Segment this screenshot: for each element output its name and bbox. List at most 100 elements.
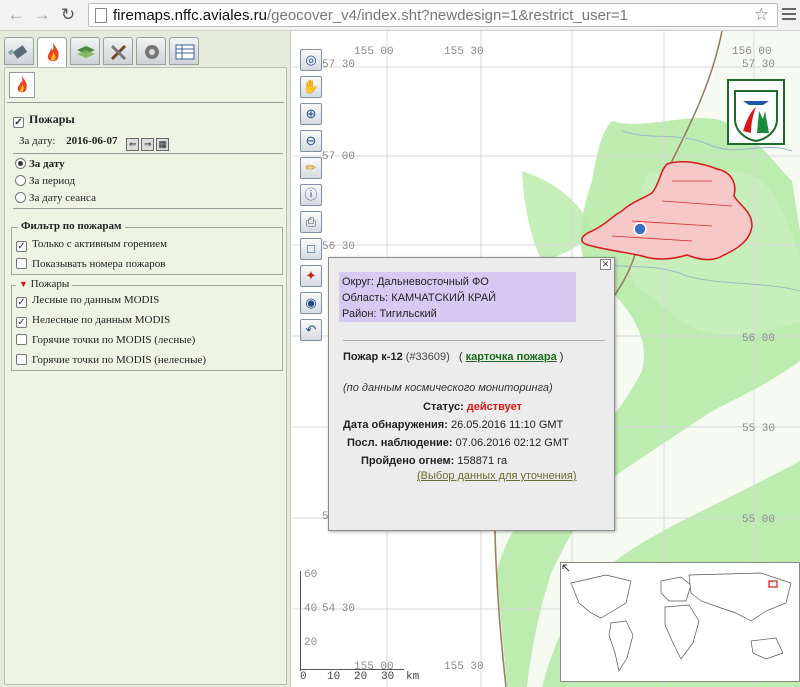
- layer-nonforest-modis[interactable]: ✓ Нелесные по данным MODIS: [16, 314, 170, 328]
- checkbox[interactable]: [16, 354, 27, 365]
- status-label: Статус:: [423, 401, 464, 413]
- radio-button[interactable]: [15, 175, 26, 186]
- detected-label: Дата обнаружения:: [343, 419, 448, 431]
- fire-location-marker[interactable]: [633, 222, 647, 236]
- status-value: действует: [466, 401, 522, 413]
- card-link-open: (: [458, 351, 463, 363]
- pin-icon[interactable]: ✦: [300, 265, 322, 287]
- fires-tab-content: ✓ Пожары За дату: 2016-06-07 ⇐ ⇒ ▦ За дату …: [4, 67, 287, 685]
- tab-layers[interactable]: [70, 37, 100, 65]
- info-icon[interactable]: ⓘ: [300, 184, 322, 206]
- fire-card-link[interactable]: карточка пожара: [466, 351, 557, 363]
- globe-icon[interactable]: ◉: [300, 292, 322, 314]
- scale-tick: 20: [354, 671, 368, 683]
- pan-hand-icon[interactable]: ✋: [300, 76, 322, 98]
- tab-settings[interactable]: [136, 37, 166, 65]
- radio-label: За период: [29, 175, 76, 187]
- filter-show-numbers[interactable]: Показывать номера пожаров: [16, 258, 165, 270]
- tab-tools[interactable]: [103, 37, 133, 65]
- fire-subtab-button[interactable]: [9, 72, 35, 98]
- radio-label: За дату сеанса: [29, 192, 96, 204]
- scale-tick: 30: [381, 671, 395, 683]
- last-observation-value: 07.06.2016 02:12 GMT: [455, 437, 569, 449]
- source-note: (по данным космического мониторинга): [343, 382, 553, 394]
- coord-label: 57 00: [322, 151, 356, 163]
- date-label: За дату:: [19, 135, 56, 147]
- select-area-icon[interactable]: □: [300, 238, 322, 260]
- next-date-button[interactable]: ⇒: [141, 138, 155, 151]
- tab-table[interactable]: [169, 37, 199, 65]
- coord-label: 155 00: [354, 46, 394, 58]
- scale-vertical-label: 20: [304, 637, 318, 649]
- card-link-close: ): [559, 351, 564, 363]
- checkbox-label: Горячие точки по MODIS (нелесные): [32, 354, 207, 366]
- prev-date-button[interactable]: ⇐: [126, 138, 140, 151]
- calendar-button[interactable]: ▦: [156, 138, 170, 151]
- layer-hotspots-forest[interactable]: Горячие точки по MODIS (лесные): [16, 334, 195, 346]
- zoom-in-icon[interactable]: ⊕: [300, 103, 322, 125]
- refine-data-link[interactable]: (Выбор данных для уточнения): [417, 470, 577, 482]
- undo-icon[interactable]: ↶: [300, 319, 322, 341]
- checkbox[interactable]: ✓: [16, 241, 27, 252]
- filter-active-burning[interactable]: ✓ Только с активным горением: [16, 238, 167, 252]
- date-value[interactable]: 2016-06-07: [66, 135, 117, 147]
- radio-button[interactable]: [15, 158, 26, 169]
- fire-id: (#33609): [405, 351, 450, 363]
- coord-label: 56 30: [322, 241, 356, 253]
- radio-by-date[interactable]: За дату: [15, 158, 65, 170]
- fire-filter-legend: Фильтр по пожарам: [18, 220, 125, 232]
- tab-fires[interactable]: [37, 37, 67, 67]
- radio-by-session[interactable]: За дату сеанса: [15, 192, 96, 204]
- checkbox-label: Лесные по данным MODIS: [32, 294, 160, 306]
- detected-row: Дата обнаружения: 26.05.2016 11:10 GMT: [343, 419, 563, 431]
- scale-bar: [300, 669, 404, 670]
- scale-vertical-label: 40: [304, 603, 318, 615]
- fires-checkbox[interactable]: ✓: [13, 117, 24, 128]
- close-icon[interactable]: ✕: [600, 259, 611, 270]
- checkbox-label: Нелесные по данным MODIS: [32, 314, 171, 326]
- okrug-text: Округ: Дальневосточный ФО: [342, 276, 489, 288]
- checkbox[interactable]: ✓: [16, 297, 27, 308]
- fire-title: Пожар к-12: [343, 351, 403, 363]
- coord-label: 57 30: [742, 59, 776, 71]
- layer-hotspots-nonforest[interactable]: Горячие точки по MODIS (нелесные): [16, 354, 206, 366]
- fires-section[interactable]: ✓ Пожары: [13, 112, 75, 128]
- radio-button[interactable]: [15, 192, 26, 203]
- ruler-icon[interactable]: ✏: [300, 157, 322, 179]
- radio-by-period[interactable]: За период: [15, 175, 75, 187]
- fire-filter-group: Фильтр по пожарам ✓ Только с активным гор…: [11, 220, 283, 275]
- zoom-extent-icon[interactable]: ◎: [300, 49, 322, 71]
- checkbox[interactable]: [16, 258, 27, 269]
- coord-label: 56 00: [742, 333, 776, 345]
- browser-menu-icon[interactable]: [782, 8, 796, 23]
- print-icon[interactable]: ⎙: [300, 211, 322, 233]
- address-bar[interactable]: firemaps.nffc.aviales.ru/geocover_v4/ind…: [88, 3, 778, 27]
- checkbox-label: Только с активным горением: [32, 238, 168, 250]
- scale-tick: 10: [327, 671, 341, 683]
- tab-layers-satellite[interactable]: [4, 37, 34, 65]
- fire-title-row: Пожар к-12 (#33609) ( карточка пожара ): [343, 351, 563, 363]
- checkbox[interactable]: [16, 334, 27, 345]
- checkbox-label: Горячие точки по MODIS (лесные): [32, 334, 196, 346]
- coord-label: 55 30: [742, 423, 776, 435]
- scale-vertical-label: 60: [304, 569, 318, 581]
- reload-icon[interactable]: ↻: [58, 5, 78, 25]
- fire-info-popup: ✕ Округ: Дальневосточный ФО Область: КАМ…: [328, 257, 615, 531]
- scale-vertical-bar: [300, 571, 301, 671]
- scale-tick: 0: [300, 671, 307, 683]
- url-text[interactable]: firemaps.nffc.aviales.ru/geocover_v4/ind…: [113, 7, 628, 24]
- burned-area-value: 158871 га: [457, 455, 508, 467]
- bookmark-star-icon[interactable]: ☆: [754, 5, 769, 25]
- layer-forest-modis[interactable]: ✓ Лесные по данным MODIS: [16, 294, 159, 308]
- coord-label: 156 00: [732, 46, 772, 58]
- overview-minimap[interactable]: [560, 562, 800, 682]
- checkbox[interactable]: ✓: [16, 317, 27, 328]
- coord-label: 155 30: [444, 661, 484, 673]
- fires-legend-label: Пожары: [30, 278, 70, 290]
- table-icon: [175, 44, 195, 60]
- left-panel: ✓ Пожары За дату: 2016-06-07 ⇐ ⇒ ▦ За дату …: [0, 31, 291, 687]
- oblast-text: Область: КАМЧАТСКИЙ КРАЙ: [342, 292, 497, 304]
- zoom-out-icon[interactable]: ⊖: [300, 130, 322, 152]
- back-icon[interactable]: ←: [6, 5, 26, 25]
- forward-icon[interactable]: →: [32, 5, 52, 25]
